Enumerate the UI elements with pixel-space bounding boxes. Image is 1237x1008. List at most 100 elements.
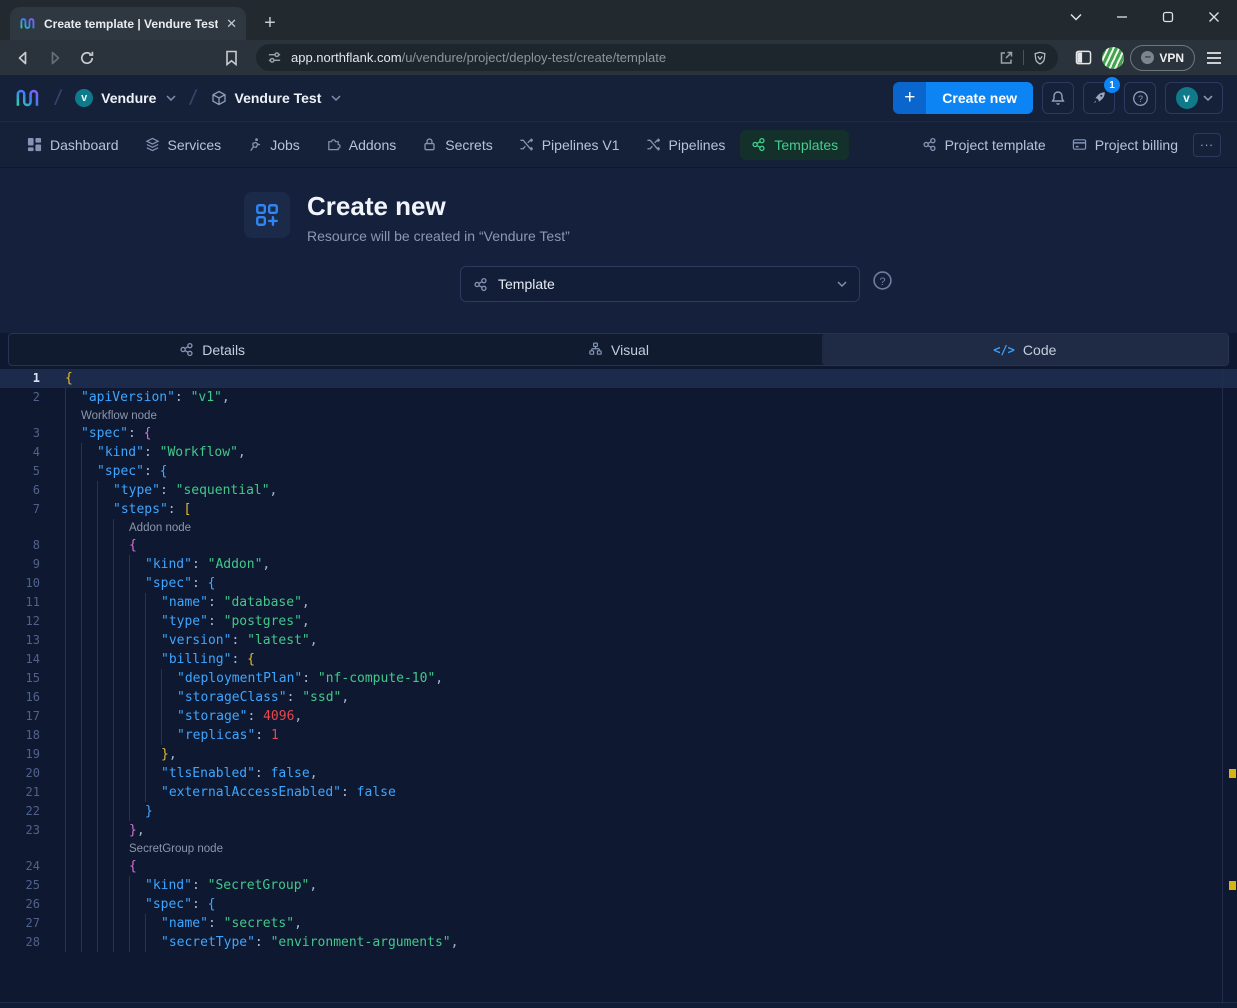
- help-button[interactable]: ?: [1124, 82, 1156, 114]
- browser-tab[interactable]: Create template | Vendure Test | ✕: [10, 7, 246, 40]
- tab-search-icon[interactable]: [1053, 0, 1099, 34]
- code-line[interactable]: 19},: [0, 745, 1237, 764]
- code-line[interactable]: 16"storageClass": "ssd",: [0, 688, 1237, 707]
- tab-close-icon[interactable]: ✕: [226, 17, 237, 30]
- code-line[interactable]: 13"version": "latest",: [0, 631, 1237, 650]
- nav-more-button[interactable]: ...: [1193, 133, 1221, 157]
- resource-type-select[interactable]: Template: [460, 266, 860, 302]
- code-line[interactable]: 12"type": "postgres",: [0, 612, 1237, 631]
- site-settings-icon[interactable]: [267, 50, 282, 65]
- breadcrumb-org[interactable]: v Vendure: [75, 89, 176, 107]
- code-line[interactable]: 24{: [0, 857, 1237, 876]
- nav-item-templates[interactable]: Templates: [740, 130, 849, 160]
- code-line[interactable]: 26"spec": {: [0, 895, 1237, 914]
- northflank-logo[interactable]: [14, 86, 41, 110]
- nav-item-services[interactable]: Services: [134, 130, 233, 160]
- browser-menu-icon[interactable]: [1201, 45, 1227, 71]
- chevron-down-icon: [1203, 95, 1213, 101]
- window-maximize-button[interactable]: [1145, 0, 1191, 34]
- line-number: 17: [0, 707, 40, 726]
- side-panel-icon[interactable]: [1070, 45, 1096, 71]
- code-line[interactable]: 15"deploymentPlan": "nf-compute-10",: [0, 669, 1237, 688]
- code-line[interactable]: 3"spec": {: [0, 424, 1237, 443]
- whats-new-button[interactable]: 1: [1083, 82, 1115, 114]
- code-annotation[interactable]: Addon node: [0, 519, 1237, 536]
- code-line[interactable]: 25"kind": "SecretGroup",: [0, 876, 1237, 895]
- line-number: 13: [0, 631, 40, 650]
- forward-button[interactable]: [42, 45, 68, 71]
- code-area: 1{2"apiVersion": "v1",Workflow node3"spe…: [0, 369, 1237, 952]
- window-minimize-button[interactable]: [1099, 0, 1145, 34]
- code-annotation[interactable]: SecretGroup node: [0, 840, 1237, 857]
- code-annotation[interactable]: Workflow node: [0, 407, 1237, 424]
- browser-tab-strip: Create template | Vendure Test | ✕ +: [0, 0, 1237, 40]
- code-line[interactable]: 17"storage": 4096,: [0, 707, 1237, 726]
- pipelines-icon: [519, 137, 534, 152]
- browser-tab-title: Create template | Vendure Test |: [44, 17, 218, 31]
- nav-item-addons[interactable]: Addons: [315, 130, 407, 160]
- code-line[interactable]: 23},: [0, 821, 1237, 840]
- line-number: 5: [0, 462, 40, 481]
- select-help-button[interactable]: ?: [872, 270, 893, 291]
- create-new-button[interactable]: + Create new: [893, 82, 1033, 114]
- code-line[interactable]: 8{: [0, 536, 1237, 555]
- project-nav: Dashboard Services Jobs Addons Secrets P…: [0, 122, 1237, 168]
- tab-label: Visual: [611, 342, 649, 358]
- code-line[interactable]: 10"spec": {: [0, 574, 1237, 593]
- line-number: 21: [0, 783, 40, 802]
- plus-icon: +: [893, 82, 926, 114]
- nav-item-jobs[interactable]: Jobs: [236, 130, 311, 160]
- nav-item-dashboard[interactable]: Dashboard: [16, 130, 130, 160]
- code-line[interactable]: 4"kind": "Workflow",: [0, 443, 1237, 462]
- nav-item-project-template[interactable]: Project template: [911, 130, 1057, 160]
- code-line[interactable]: 14"billing": {: [0, 650, 1237, 669]
- code-line[interactable]: 7"steps": [: [0, 500, 1237, 519]
- action-footer: Create template: [0, 1002, 1237, 1008]
- code-line[interactable]: 27"name": "secrets",: [0, 914, 1237, 933]
- address-bar[interactable]: app.northflank.com/u/vendure/project/dep…: [256, 44, 1058, 71]
- warning-marker: [1229, 881, 1236, 890]
- code-line[interactable]: 21"externalAccessEnabled": false: [0, 783, 1237, 802]
- tab-label: Code: [1023, 342, 1056, 358]
- code-line[interactable]: 6"type": "sequential",: [0, 481, 1237, 500]
- visual-tree-icon: [588, 342, 603, 357]
- line-number: 7: [0, 500, 40, 519]
- billing-card-icon: [1072, 137, 1087, 152]
- code-line[interactable]: 20"tlsEnabled": false,: [0, 764, 1237, 783]
- tab-details[interactable]: Details: [9, 334, 415, 365]
- code-line[interactable]: 18"replicas": 1: [0, 726, 1237, 745]
- extension-avatar-icon[interactable]: [1102, 47, 1124, 69]
- details-nodes-icon: [179, 342, 194, 357]
- notifications-button[interactable]: [1042, 82, 1074, 114]
- bookmark-icon[interactable]: [218, 45, 244, 71]
- nav-item-pipelines[interactable]: Pipelines: [635, 130, 737, 160]
- create-new-tile: [244, 192, 290, 238]
- line-number: 28: [0, 933, 40, 952]
- brave-shield-icon[interactable]: [1033, 50, 1047, 66]
- code-line[interactable]: 9"kind": "Addon",: [0, 555, 1237, 574]
- code-line[interactable]: 22}: [0, 802, 1237, 821]
- user-menu-button[interactable]: v: [1165, 82, 1223, 114]
- code-line[interactable]: 5"spec": {: [0, 462, 1237, 481]
- nav-item-project-billing[interactable]: Project billing: [1061, 130, 1189, 160]
- window-close-button[interactable]: [1191, 0, 1237, 34]
- nav-item-pipelines-v1[interactable]: Pipelines V1: [508, 130, 631, 160]
- code-line[interactable]: 28"secretType": "environment-arguments",: [0, 933, 1237, 952]
- tab-visual[interactable]: Visual: [415, 334, 821, 365]
- code-line[interactable]: 1{: [0, 369, 1237, 388]
- reload-button[interactable]: [74, 45, 100, 71]
- breadcrumb-project[interactable]: Vendure Test: [211, 90, 342, 106]
- code-editor[interactable]: 1{2"apiVersion": "v1",Workflow node3"spe…: [0, 369, 1237, 1002]
- northflank-favicon: [19, 16, 36, 31]
- vpn-button[interactable]: – VPN: [1130, 45, 1195, 71]
- code-line[interactable]: 2"apiVersion": "v1",: [0, 388, 1237, 407]
- share-icon[interactable]: [998, 50, 1014, 66]
- nav-item-secrets[interactable]: Secrets: [411, 130, 503, 160]
- tab-code[interactable]: </> Code: [822, 334, 1228, 365]
- back-button[interactable]: [10, 45, 36, 71]
- url-text[interactable]: app.northflank.com/u/vendure/project/dep…: [291, 50, 989, 65]
- code-line[interactable]: 11"name": "database",: [0, 593, 1237, 612]
- new-tab-button[interactable]: +: [256, 9, 284, 37]
- hero-section: Create new Resource will be created in “…: [0, 168, 1237, 333]
- line-number: [0, 519, 40, 536]
